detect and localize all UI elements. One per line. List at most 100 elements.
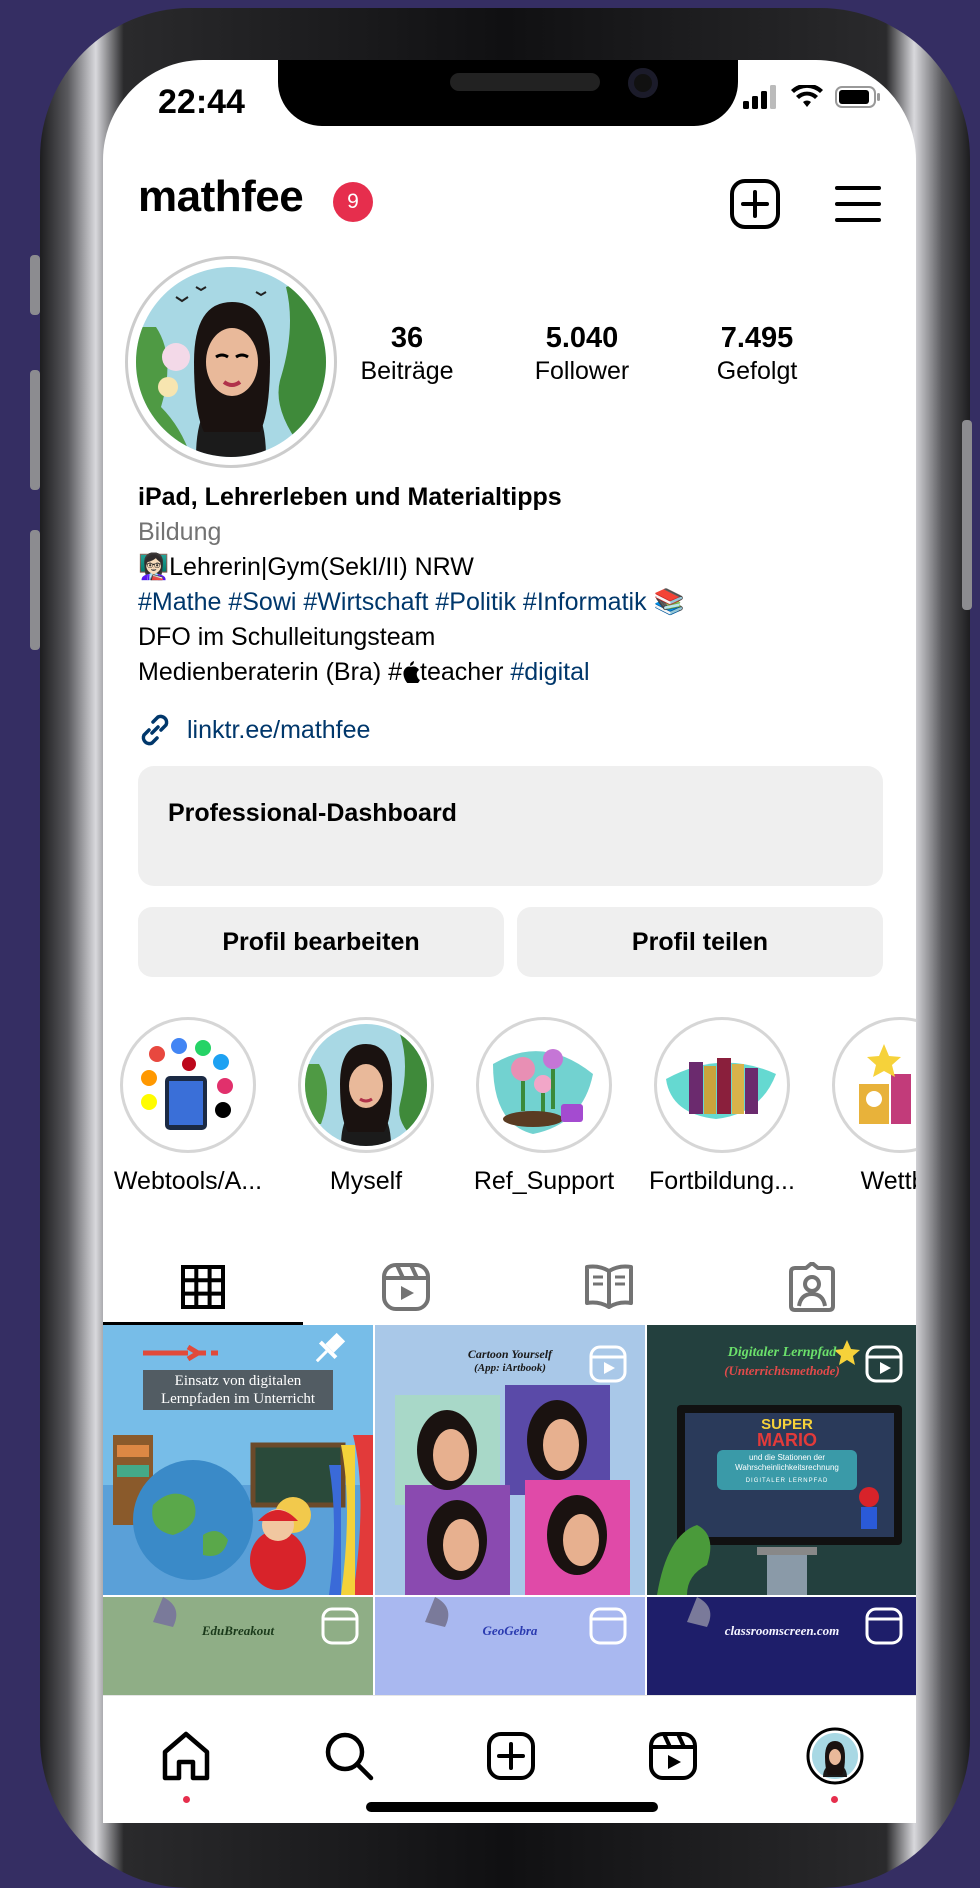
link-icon [141,714,169,746]
power-button [962,420,972,610]
hashtag-link[interactable]: #digital [510,658,589,686]
profile-username[interactable]: mathfee [138,172,304,222]
highlight-ref-support[interactable]: Ref_Support [464,1017,624,1196]
teacher-emoji-icon: 👩🏻‍🏫 [138,553,170,581]
stat-followers[interactable]: 5.040 Follower [507,322,657,386]
stat-posts[interactable]: 36 Beiträge [332,322,482,386]
notification-badge[interactable]: 9 [333,182,373,222]
highlight-label: Myself [329,1167,403,1195]
status-icons [743,85,881,109]
stat-value: 5.040 [545,322,619,354]
app-screen: 22:44 mathfee 9 36 Beiträge 5.040 Follow… [103,60,916,1823]
highlight-cover [483,1024,605,1146]
bio-role-text: Lehrerin|Gym(SekI/II) NRW [169,553,474,581]
nav-search[interactable] [319,1726,379,1786]
tab-reels[interactable] [306,1247,506,1327]
apps-tablet-image [127,1024,249,1146]
profile-avatar-icon [806,1727,864,1785]
bio-media-text: Medienberaterin (Bra) # [138,658,403,686]
highlight-ring [832,1017,916,1153]
home-indicator[interactable] [366,1802,658,1812]
home-icon [162,1731,210,1781]
tab-guides[interactable] [509,1247,709,1327]
books-emoji-icon: 📚 [653,588,685,616]
post-title: EduBreakout [201,1623,275,1638]
highlight-cover [661,1024,783,1146]
highlight-wettbewerb[interactable]: Wettbe [820,1017,916,1196]
highlight-label: Ref_Support [473,1167,615,1195]
profile-link-text: linktr.ee/mathfee [187,715,371,744]
nav-profile[interactable] [805,1726,865,1786]
silent-switch [30,255,40,315]
posts-grid: Einsatz von digitalen Lernpfaden im Unte… [103,1325,916,1695]
profile-avatar[interactable] [125,256,337,468]
hashtag-link[interactable]: #Wirtschaft [303,588,428,616]
highlight-label: Webtools/A... [113,1167,263,1195]
highlight-ring [298,1017,434,1153]
hashtag-link[interactable]: #Informatik [523,588,647,616]
wifi-icon [791,85,823,107]
volume-up-button [30,370,40,490]
highlight-cover [839,1024,916,1146]
nav-create[interactable] [481,1726,541,1786]
notch [278,60,738,126]
stat-following[interactable]: 7.495 Gefolgt [682,322,832,386]
profile-category: Bildung [138,518,222,546]
stat-value: 7.495 [720,322,794,354]
highlight-myself[interactable]: Myself [286,1017,446,1196]
post-subtitle: (App: iArtbook) [474,1362,546,1374]
post-thumbnail [647,1597,916,1695]
bio-teacher-text: teacher [420,658,504,686]
post-title: Einsatz von digitalen Lernpfaden im Unte… [160,1373,316,1407]
post-thumbnail [375,1597,645,1695]
apple-logo-icon [403,661,421,684]
create-post-button[interactable] [729,178,781,230]
post-subtitle: (Unterrichtsmethode) [724,1363,840,1378]
edit-profile-button[interactable]: Profil bearbeiten [138,907,504,977]
hamburger-menu-icon [835,186,881,222]
post-title: classroomscreen.com [724,1623,840,1638]
post-tile[interactable]: GeoGebra [375,1597,645,1695]
reels-icon [382,1263,430,1311]
grid-icon [181,1265,225,1309]
stat-label: Beiträge [360,357,454,385]
share-profile-button[interactable]: Profil teilen [517,907,883,977]
profile-activity-dot [831,1796,838,1803]
earpiece [450,73,600,91]
profile-link[interactable]: linktr.ee/mathfee [135,710,370,750]
hashtag-link[interactable]: #Mathe [138,588,221,616]
post-thumbnail [103,1597,373,1695]
hashtag-link[interactable]: #Politik [435,588,516,616]
highlight-webtools[interactable]: Webtools/A... [108,1017,268,1196]
plus-square-icon [730,179,780,229]
tab-grid[interactable] [103,1247,303,1327]
post-tile[interactable]: Einsatz von digitalen Lernpfaden im Unte… [103,1325,373,1595]
tagged-person-icon [789,1262,835,1312]
volume-down-button [30,530,40,650]
bio-line-hashtags: #Mathe #Sowi #Wirtschaft #Politik #Infor… [138,585,858,620]
bio-line-role: 👩🏻‍🏫Lehrerin|Gym(SekI/II) NRW [138,550,858,585]
avatar-image [136,267,326,457]
nav-home[interactable] [156,1726,216,1786]
bio-line-dfo: DFO im Schulleitungsteam [138,623,436,651]
highlight-fortbildung[interactable]: Fortbildung... [642,1017,802,1196]
nav-reels[interactable] [643,1726,703,1786]
reels-icon [649,1732,697,1780]
plants-image [483,1024,605,1146]
menu-button[interactable] [834,178,886,230]
professional-dashboard-button[interactable]: Professional-Dashboard [138,766,883,886]
highlight-ring [654,1017,790,1153]
hashtag-link[interactable]: #Sowi [228,588,296,616]
post-tile[interactable]: EduBreakout [103,1597,373,1695]
open-book-icon [585,1264,633,1309]
books-image [661,1024,783,1146]
status-time: 22:44 [158,83,245,121]
post-tile[interactable]: Digitaler Lernpfad (Unterrichtsmethode) … [647,1325,916,1595]
highlight-label: Fortbildung... [649,1167,795,1195]
home-activity-dot [183,1796,190,1803]
post-tile[interactable]: classroomscreen.com [647,1597,916,1695]
post-tile[interactable]: Cartoon Yourself (App: iArtbook) [375,1325,645,1595]
tab-tagged[interactable] [712,1247,912,1327]
post-caption: DIGITALER LERNPFAD [745,1478,829,1484]
post-title: Digitaler Lernpfad [727,1345,837,1360]
